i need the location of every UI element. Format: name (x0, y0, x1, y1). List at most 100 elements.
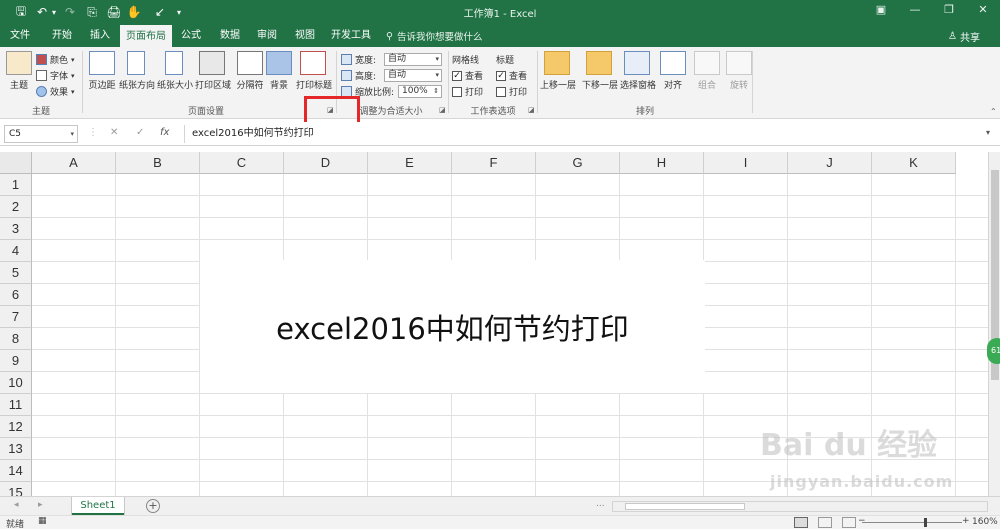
tab-view[interactable]: 视图 (288, 24, 322, 47)
row-header-8[interactable]: 8 (0, 328, 32, 350)
select-all-corner[interactable] (0, 152, 32, 174)
rotate-button[interactable]: 旋转 (722, 51, 756, 103)
row-header-7[interactable]: 7 (0, 306, 32, 328)
prev-sheet-icon[interactable]: ◂ (14, 500, 19, 510)
macro-record-icon[interactable]: ▦ (38, 516, 47, 526)
print-area-icon (199, 51, 225, 75)
headings-view-label: 查看 (509, 72, 528, 82)
side-widget[interactable]: 61 (987, 338, 1000, 364)
selection-pane-button[interactable]: 选择窗格 (620, 51, 656, 103)
tab-page-layout[interactable]: 页面布局 (120, 25, 172, 48)
column-header-j[interactable]: J (788, 152, 872, 174)
group-divider (448, 51, 449, 113)
row-header-4[interactable]: 4 (0, 240, 32, 262)
background-button[interactable]: 背景 (262, 51, 296, 103)
tab-review[interactable]: 审阅 (250, 24, 284, 47)
gridlines-view-checkbox[interactable]: ✓ 查看 (452, 68, 483, 83)
tab-data[interactable]: 数据 (212, 24, 248, 47)
page-layout-view-icon[interactable] (818, 517, 832, 528)
split-dots[interactable]: ... (596, 499, 605, 509)
row-header-1[interactable]: 1 (0, 174, 32, 196)
bring-forward-button[interactable]: 上移一层 (540, 51, 576, 103)
collapse-ribbon-icon[interactable]: ⌃ (990, 107, 997, 116)
scale-spinner[interactable]: 100% ⇕ (398, 85, 442, 98)
row-header-11[interactable]: 11 (0, 394, 32, 416)
send-backward-button[interactable]: 下移一层 (582, 51, 618, 103)
enter-icon[interactable]: ✓ (136, 127, 144, 138)
row-header-10[interactable]: 10 (0, 372, 32, 394)
row-header-9[interactable]: 9 (0, 350, 32, 372)
share-button[interactable]: ♙ 共享 (948, 29, 980, 44)
width-dropdown[interactable]: 自动 ▾ (384, 53, 442, 66)
zoom-knob[interactable] (924, 518, 927, 527)
vertical-scrollbar[interactable] (988, 152, 1000, 496)
normal-view-icon[interactable] (794, 517, 808, 528)
column-header-g[interactable]: G (536, 152, 620, 174)
hscroll-thumb[interactable] (625, 503, 745, 510)
row-header-13[interactable]: 13 (0, 438, 32, 460)
formula-input[interactable]: excel2016中如何节约打印 (184, 125, 996, 143)
print-area-button[interactable]: 打印区域 (195, 51, 231, 103)
column-header-c[interactable]: C (200, 152, 284, 174)
cancel-icon[interactable]: ✕ (110, 127, 118, 138)
zoom-in-icon[interactable]: + (962, 516, 970, 526)
next-sheet-icon[interactable]: ▸ (38, 500, 43, 510)
name-box[interactable]: C5 ▾ (4, 125, 78, 143)
column-header-i[interactable]: I (704, 152, 788, 174)
column-header-b[interactable]: B (116, 152, 200, 174)
tab-home[interactable]: 开始 (44, 24, 80, 47)
column-header-a[interactable]: A (32, 152, 116, 174)
tab-formulas[interactable]: 公式 (174, 24, 208, 47)
minimize-icon[interactable]: — (904, 3, 926, 19)
orientation-button[interactable]: 纸张方向 (119, 51, 155, 103)
zoom-level[interactable]: 160% (972, 517, 998, 527)
headings-print-checkbox[interactable]: 打印 (496, 84, 527, 99)
headings-print-label: 打印 (509, 88, 528, 98)
column-header-h[interactable]: H (620, 152, 704, 174)
tab-insert[interactable]: 插入 (82, 24, 118, 47)
tell-me-text: 告诉我你想要做什么 (396, 32, 483, 43)
close-icon[interactable]: ✕ (972, 3, 994, 19)
horizontal-scrollbar[interactable] (612, 501, 988, 512)
tab-file[interactable]: 文件 (4, 24, 36, 47)
height-dropdown[interactable]: 自动 ▾ (384, 69, 442, 82)
zoom-out-icon[interactable]: − (858, 516, 866, 526)
margins-button[interactable]: 页边距 (85, 51, 119, 103)
insert-function-icon[interactable]: fx (160, 127, 169, 138)
expand-formula-icon[interactable]: ▾ (986, 128, 990, 137)
tell-me-search[interactable]: ⚲ 告诉我你想要做什么 (386, 29, 483, 44)
tab-developer[interactable]: 开发工具 (326, 24, 376, 47)
column-header-d[interactable]: D (284, 152, 368, 174)
gridlines-print-checkbox[interactable]: 打印 (452, 84, 483, 99)
column-header-e[interactable]: E (368, 152, 452, 174)
height-label: 高度: (355, 72, 377, 82)
row-header-14[interactable]: 14 (0, 460, 32, 482)
column-header-k[interactable]: K (872, 152, 956, 174)
theme-fonts-button[interactable]: 字体 ▾ (36, 68, 75, 83)
checkbox-empty-icon (452, 86, 462, 97)
column-header-f[interactable]: F (452, 152, 536, 174)
scale-dialog-launcher[interactable]: ◪ (439, 106, 447, 114)
restore-icon[interactable]: ❐ (938, 3, 960, 19)
sheet-options-dialog-launcher[interactable]: ◪ (528, 106, 536, 114)
align-button[interactable]: 对齐 (656, 51, 690, 103)
page-setup-group-label: 页面设置 (187, 107, 224, 117)
row-header-3[interactable]: 3 (0, 218, 32, 240)
zoom-slider[interactable] (862, 518, 962, 527)
headings-view-checkbox[interactable]: ✓ 查看 (496, 68, 527, 83)
group-button[interactable]: 组合 (690, 51, 724, 103)
page-break-view-icon[interactable] (842, 517, 856, 528)
add-sheet-icon[interactable]: + (146, 499, 160, 513)
size-button[interactable]: 纸张大小 (157, 51, 193, 103)
row-header-5[interactable]: 5 (0, 262, 32, 284)
ribbon-display-icon[interactable]: ▣ (870, 3, 892, 19)
row-header-6[interactable]: 6 (0, 284, 32, 306)
row-header-15[interactable]: 15 (0, 482, 32, 496)
row-header-12[interactable]: 12 (0, 416, 32, 438)
sheet-tab[interactable]: Sheet1 (72, 497, 124, 515)
themes-button[interactable]: 主题 (2, 51, 36, 103)
name-box-value: C5 (9, 129, 22, 139)
row-header-2[interactable]: 2 (0, 196, 32, 218)
theme-effects-button[interactable]: 效果 ▾ (36, 84, 75, 99)
theme-colors-button[interactable]: 颜色 ▾ (36, 52, 75, 67)
